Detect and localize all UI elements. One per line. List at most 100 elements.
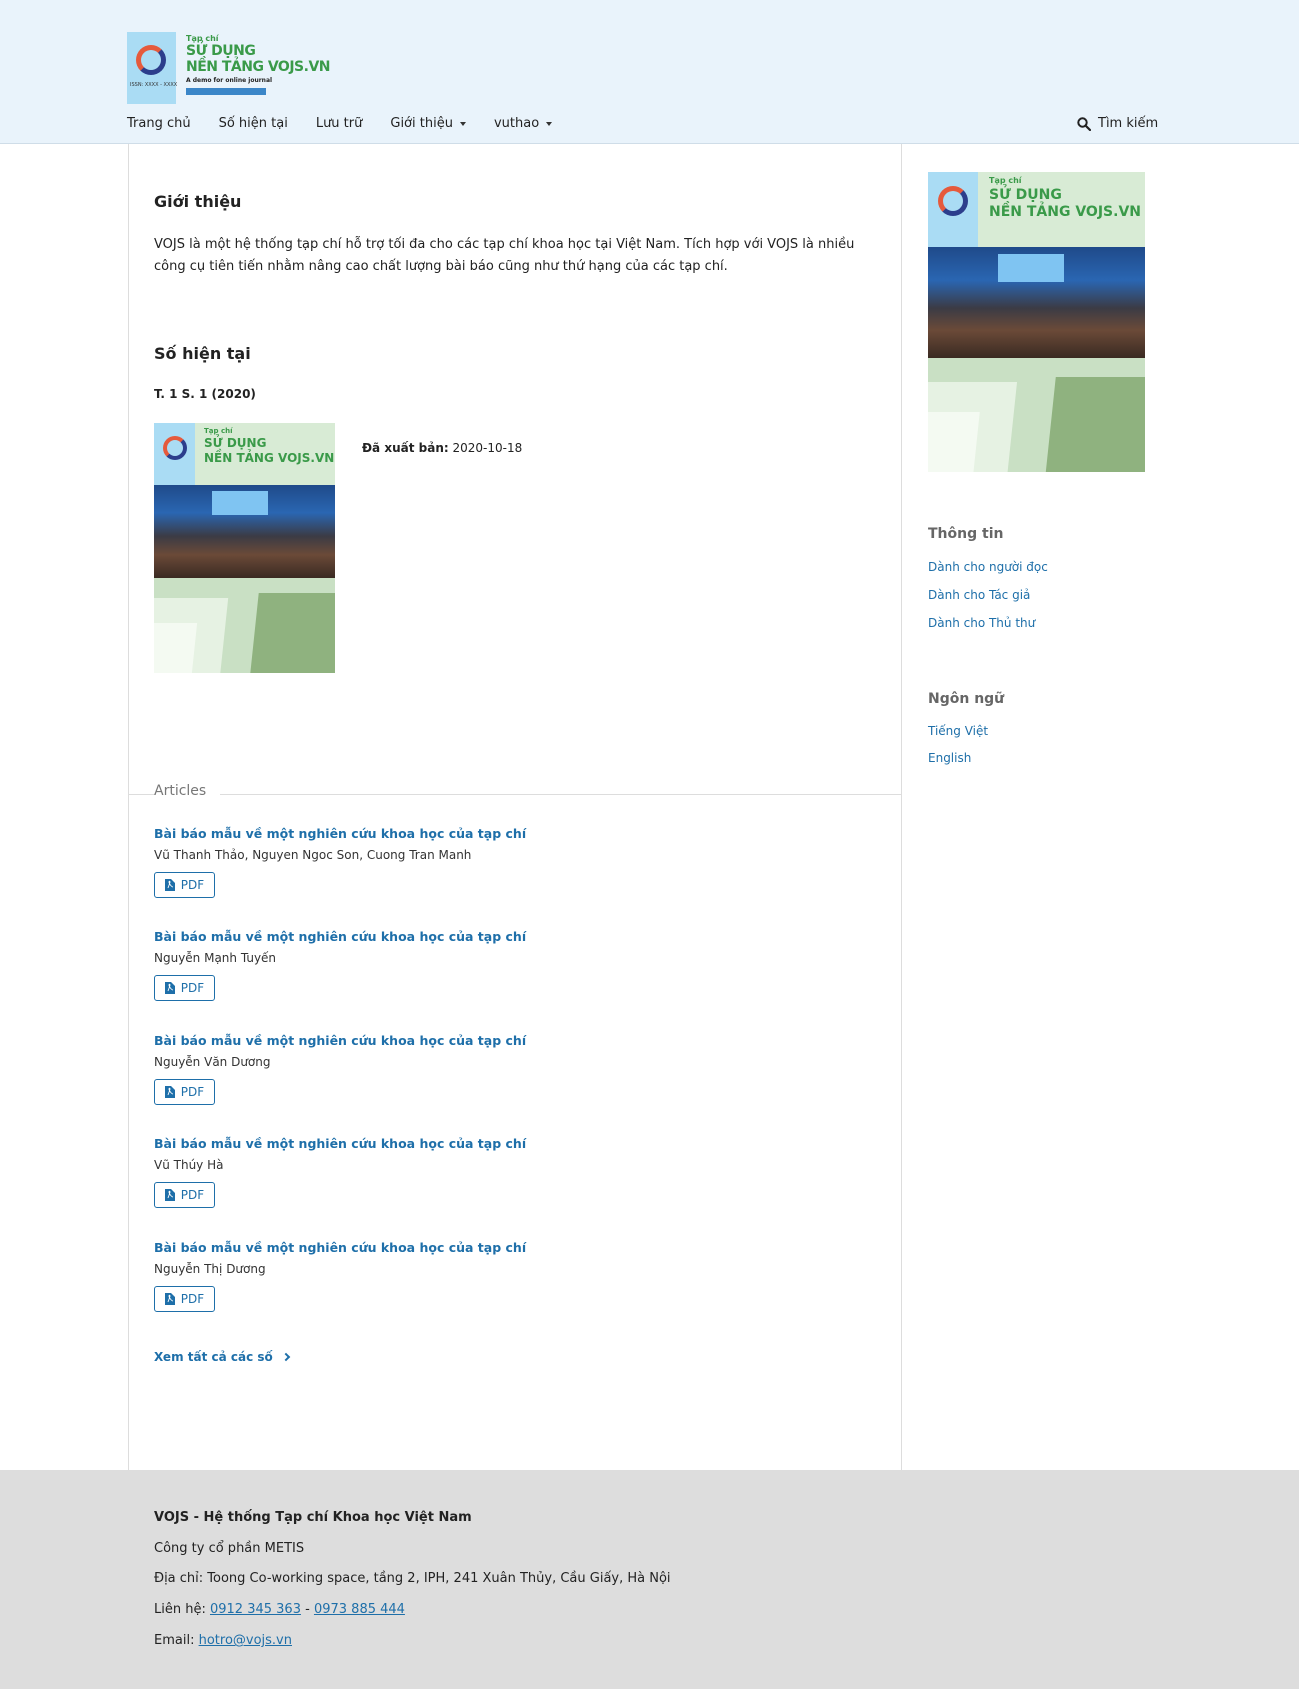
published-label: Đã xuất bản: <box>362 441 449 455</box>
phone-separator: - <box>305 1602 310 1617</box>
cover-shape <box>928 412 980 472</box>
cover-ring-icon <box>163 436 187 460</box>
site-header: ISSN: XXXX - XXXX Tạp chí SỬ DỤNG NỀN TẢ… <box>0 0 1299 144</box>
site-footer: VOJS - Hệ thống Tạp chí Khoa học Việt Na… <box>0 1470 1299 1689</box>
cover-title-line2: NỀN TẢNG VOJS.VN <box>204 451 335 465</box>
about-text: VOJS là một hệ thống tạp chí hỗ trợ tối … <box>154 237 855 274</box>
pdf-label: PDF <box>180 878 205 892</box>
nav-label: Trang chủ <box>127 116 191 131</box>
main-left-border <box>128 144 129 1470</box>
article-title-link[interactable]: Bài báo mẫu về một nghiên cứu khoa học c… <box>154 929 526 944</box>
article-authors: Nguyễn Mạnh Tuyến <box>154 951 277 965</box>
nav-label: Giới thiệu <box>390 116 453 131</box>
logo-issn: ISSN: XXXX - XXXX <box>130 82 178 88</box>
language-option-english[interactable]: English <box>928 751 971 765</box>
chevron-right-icon <box>281 1352 291 1362</box>
article-summary: Bài báo mẫu về một nghiên cứu khoa học c… <box>154 1136 526 1208</box>
search-icon <box>1077 116 1091 131</box>
logo-line1: SỬ DỤNG <box>186 43 256 59</box>
cover-title-small: Tạp chí <box>989 176 1022 185</box>
search-link[interactable]: Tìm kiếm <box>1077 116 1158 131</box>
article-summary: Bài báo mẫu về một nghiên cứu khoa học c… <box>154 1033 526 1105</box>
sidebar-link-authors[interactable]: Dành cho Tác giả <box>928 588 1030 602</box>
nav-item-about[interactable]: Giới thiệu <box>390 116 466 131</box>
logo-small-text: Tạp chí <box>186 34 219 43</box>
pdf-label: PDF <box>180 981 205 995</box>
pdf-label: PDF <box>180 1292 205 1306</box>
nav-item-archive[interactable]: Lưu trữ <box>316 116 363 131</box>
search-label: Tìm kiếm <box>1098 116 1159 131</box>
view-all-issues-link[interactable]: Xem tất cả các số <box>154 1350 291 1364</box>
pdf-galley-button[interactable]: PDF <box>154 1079 215 1105</box>
email-label: Email: <box>154 1633 195 1648</box>
cover-photo-screen <box>212 491 268 515</box>
article-title-link[interactable]: Bài báo mẫu về một nghiên cứu khoa học c… <box>154 1033 526 1048</box>
language-option-vietnamese[interactable]: Tiếng Việt <box>928 724 988 738</box>
footer-email: Email: hotro@vojs.vn <box>154 1633 292 1648</box>
articles-divider <box>128 794 901 795</box>
logo-ring-icon <box>136 45 166 75</box>
current-issue-heading: Số hiện tại <box>154 344 251 363</box>
issue-cover-image[interactable]: Tạp chí SỬ DỤNG NỀN TẢNG VOJS.VN <box>154 423 335 673</box>
cover-shape <box>1044 377 1145 472</box>
sidebar-divider <box>901 144 902 1470</box>
nav-item-user[interactable]: vuthao <box>493 116 553 131</box>
logo-text: Tạp chí SỬ DỤNG NỀN TẢNG VOJS.VN A demo … <box>176 32 331 104</box>
pdf-galley-button[interactable]: PDF <box>154 1182 215 1208</box>
nav-label: vuthao <box>493 116 540 131</box>
footer-company: Công ty cổ phần METIS <box>154 1541 305 1556</box>
journal-logo[interactable]: ISSN: XXXX - XXXX Tạp chí SỬ DỤNG NỀN TẢ… <box>127 32 332 104</box>
logo-demo-text: A demo for online journal <box>186 77 273 84</box>
email-link[interactable]: hotro@vojs.vn <box>199 1633 292 1648</box>
cover-ring-icon <box>938 186 968 216</box>
article-summary: Bài báo mẫu về một nghiên cứu khoa học c… <box>154 1240 526 1312</box>
phone-link-2[interactable]: 0973 885 444 <box>314 1602 405 1617</box>
sidebar-cover-image[interactable]: Tạp chí SỬ DỤNG NỀN TẢNG VOJS.VN <box>928 172 1145 472</box>
sidebar-link-librarians[interactable]: Dành cho Thủ thư <box>928 616 1035 630</box>
article-authors: Nguyễn Thị Dương <box>154 1262 266 1276</box>
article-authors: Nguyễn Văn Dương <box>154 1055 271 1069</box>
pdf-label: PDF <box>180 1188 205 1202</box>
logo-line2: NỀN TẢNG VOJS.VN <box>186 59 331 75</box>
pdf-file-icon <box>164 1086 175 1098</box>
view-all-label: Xem tất cả các số <box>154 1350 273 1364</box>
pdf-galley-button[interactable]: PDF <box>154 872 215 898</box>
nav-label: Lưu trữ <box>315 116 363 131</box>
article-title-link[interactable]: Bài báo mẫu về một nghiên cứu khoa học c… <box>154 826 526 841</box>
cover-title-line1: SỬ DỤNG <box>989 187 1062 203</box>
pdf-file-icon <box>164 1293 175 1305</box>
pdf-galley-button[interactable]: PDF <box>154 975 215 1001</box>
contact-label: Liên hệ: <box>154 1602 206 1617</box>
article-authors: Vũ Thúy Hà <box>154 1158 224 1172</box>
cover-photo-screen <box>998 254 1064 282</box>
nav-item-current[interactable]: Số hiện tại <box>219 116 288 131</box>
cover-shape <box>154 623 198 673</box>
caret-down-icon <box>459 121 466 126</box>
pdf-label: PDF <box>180 1085 205 1099</box>
about-heading: Giới thiệu <box>154 192 242 211</box>
logo-badge <box>186 88 266 95</box>
cover-title-line2: NỀN TẢNG VOJS.VN <box>989 204 1141 220</box>
article-summary: Bài báo mẫu về một nghiên cứu khoa học c… <box>154 826 526 898</box>
cover-title-line1: SỬ DỤNG <box>204 436 267 450</box>
article-summary: Bài báo mẫu về một nghiên cứu khoa học c… <box>154 929 526 1001</box>
phone-link-1[interactable]: 0912 345 363 <box>210 1602 301 1617</box>
cover-shape <box>249 593 335 673</box>
footer-contact: Liên hệ: 0912 345 363 - 0973 885 444 <box>154 1602 405 1617</box>
article-authors: Vũ Thanh Thảo, Nguyen Ngoc Son, Cuong Tr… <box>154 848 472 862</box>
nav-item-home[interactable]: Trang chủ <box>127 116 191 131</box>
main-nav: Trang chủ Số hiện tại Lưu trữ Giới thiệu… <box>127 116 580 131</box>
published-date: 2020-10-18 <box>452 441 523 455</box>
article-title-link[interactable]: Bài báo mẫu về một nghiên cứu khoa học c… <box>154 1240 526 1255</box>
nav-label: Số hiện tại <box>218 116 288 131</box>
published-info: Đã xuất bản: 2020-10-18 <box>362 441 522 455</box>
issue-identification: T. 1 S. 1 (2020) <box>154 387 256 401</box>
pdf-file-icon <box>164 1189 175 1201</box>
sidebar-language-heading: Ngôn ngữ <box>928 691 1005 707</box>
articles-heading: Articles <box>154 783 221 799</box>
sidebar-link-readers[interactable]: Dành cho người đọc <box>928 560 1048 574</box>
article-title-link[interactable]: Bài báo mẫu về một nghiên cứu khoa học c… <box>154 1136 526 1151</box>
pdf-galley-button[interactable]: PDF <box>154 1286 215 1312</box>
caret-down-icon <box>546 121 553 126</box>
cover-title-small: Tạp chí <box>204 427 233 435</box>
